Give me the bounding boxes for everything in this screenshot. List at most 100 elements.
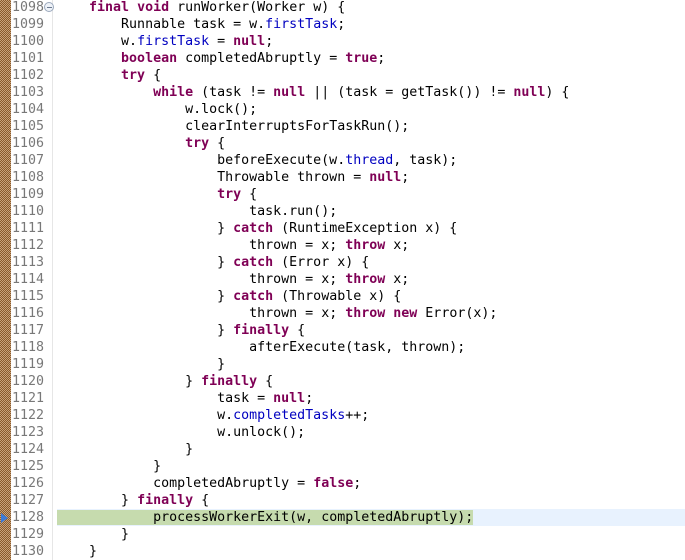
keyword-token: throw xyxy=(345,272,386,287)
code-text: } xyxy=(57,441,193,458)
code-text: task = null; xyxy=(57,390,313,407)
code-line[interactable]: 1118 afterExecute(task, thrown); xyxy=(0,339,685,356)
text-token: beforeExecute(w. xyxy=(217,153,346,168)
text-token: { xyxy=(193,493,210,508)
line-number: 1114 xyxy=(12,272,45,287)
text-token: ) { xyxy=(545,85,570,100)
code-line[interactable]: 1126 completedAbruptly = false; xyxy=(0,475,685,492)
code-line[interactable]: 1103 while (task != null || (task = getT… xyxy=(0,84,685,101)
code-line[interactable]: 1107 beforeExecute(w.thread, task); xyxy=(0,152,685,169)
line-number: 1126 xyxy=(12,476,45,491)
text-token: (Throwable x) { xyxy=(273,289,402,304)
text-token: completedAbruptly = xyxy=(177,51,346,66)
code-text: } catch (Throwable x) { xyxy=(57,288,401,305)
code-text: processWorkerExit(w, completedAbruptly); xyxy=(57,509,474,526)
code-tokens: } xyxy=(121,527,129,542)
code-line[interactable]: 1112 thrown = x; throw x; xyxy=(0,237,685,254)
code-tokens: try { xyxy=(217,187,257,202)
line-number: 1120 xyxy=(12,374,45,389)
code-text: } catch (RuntimeException x) { xyxy=(57,220,457,237)
code-line[interactable]: 1109 try { xyxy=(0,186,685,203)
text-token: x; xyxy=(385,238,410,253)
code-line[interactable]: 1123 w.unlock(); xyxy=(0,424,685,441)
code-line-current[interactable]: 1128 processWorkerExit(w, completedAbrup… xyxy=(0,509,685,526)
text-token: || (task = getTask()) != xyxy=(305,85,514,100)
code-line[interactable]: 1121 task = null; xyxy=(0,390,685,407)
code-line[interactable]: 1127 } finally { xyxy=(0,492,685,509)
line-number: 1108 xyxy=(12,170,45,185)
line-number: 1118 xyxy=(12,340,45,355)
code-line[interactable]: 1104 w.lock(); xyxy=(0,101,685,118)
code-line[interactable]: 1108 Throwable thrown = null; xyxy=(0,169,685,186)
code-line[interactable]: 1114 thrown = x; throw x; xyxy=(0,271,685,288)
code-line[interactable]: 1098 final void runWorker(Worker w) { xyxy=(0,0,685,16)
text-token: Throwable thrown = xyxy=(217,170,370,185)
code-text: Throwable thrown = null; xyxy=(57,169,409,186)
line-number: 1110 xyxy=(12,204,45,219)
code-tokens: w.lock(); xyxy=(185,102,257,117)
code-line[interactable]: 1110 task.run(); xyxy=(0,203,685,220)
code-line[interactable]: 1117 } finally { xyxy=(0,322,685,339)
line-number: 1124 xyxy=(12,442,45,457)
line-number: 1106 xyxy=(12,136,45,151)
keyword-token: true xyxy=(345,51,378,66)
keyword-token: null xyxy=(273,391,306,406)
code-line[interactable]: 1113 } catch (Error x) { xyxy=(0,254,685,271)
code-line[interactable]: 1115 } catch (Throwable x) { xyxy=(0,288,685,305)
code-text: clearInterruptsForTaskRun(); xyxy=(57,118,409,135)
code-line[interactable]: 1106 try { xyxy=(0,135,685,152)
keyword-token: try xyxy=(217,187,242,202)
code-line[interactable]: 1129 } xyxy=(0,526,685,543)
code-line[interactable]: 1100 w.firstTask = null; xyxy=(0,33,685,50)
line-number: 1128 xyxy=(12,510,45,525)
code-tokens: w.unlock(); xyxy=(217,425,305,440)
code-tokens: boolean completedAbruptly = true; xyxy=(121,51,385,66)
code-line[interactable]: 1130 } xyxy=(0,543,685,560)
code-tokens: } catch (RuntimeException x) { xyxy=(217,221,457,236)
code-line[interactable]: 1125 } xyxy=(0,458,685,475)
code-line[interactable]: 1120 } finally { xyxy=(0,373,685,390)
collapse-fold-icon[interactable] xyxy=(44,2,54,12)
code-line[interactable]: 1116 thrown = x; throw new Error(x); xyxy=(0,305,685,322)
text-token: ++; xyxy=(345,408,370,423)
keyword-token: catch xyxy=(233,221,274,236)
text-token: (RuntimeException x) { xyxy=(273,221,458,236)
text-token: x; xyxy=(385,272,410,287)
code-line[interactable]: 1122 w.completedTasks++; xyxy=(0,407,685,424)
line-number: 1127 xyxy=(12,493,45,508)
code-text: w.completedTasks++; xyxy=(57,407,369,424)
field-token: completedTasks xyxy=(233,408,346,423)
line-number: 1100 xyxy=(12,34,45,49)
line-number: 1099 xyxy=(12,17,45,32)
text-token: = xyxy=(209,34,234,49)
code-line[interactable]: 1111 } catch (RuntimeException x) { xyxy=(0,220,685,237)
code-text: w.unlock(); xyxy=(57,424,305,441)
keyword-token: finally xyxy=(201,374,258,389)
code-tokens: } xyxy=(89,544,97,559)
code-line[interactable]: 1124 } xyxy=(0,441,685,458)
code-line[interactable]: 1099 Runnable task = w.firstTask; xyxy=(0,16,685,33)
code-line[interactable]: 1101 boolean completedAbruptly = true; xyxy=(0,50,685,67)
code-editor[interactable]: 1098 final void runWorker(Worker w) {109… xyxy=(0,0,685,560)
code-line[interactable]: 1102 try { xyxy=(0,67,685,84)
code-tokens: thrown = x; throw x; xyxy=(249,238,409,253)
code-tokens: task.run(); xyxy=(249,204,337,219)
code-text: } finally { xyxy=(57,373,273,390)
text-token: { xyxy=(241,187,258,202)
code-line[interactable]: 1105 clearInterruptsForTaskRun(); xyxy=(0,118,685,135)
code-line[interactable]: 1119 } xyxy=(0,356,685,373)
code-text: } xyxy=(57,458,161,475)
text-token: Error(x); xyxy=(417,306,498,321)
code-tokens: processWorkerExit(w, completedAbruptly); xyxy=(153,510,474,525)
